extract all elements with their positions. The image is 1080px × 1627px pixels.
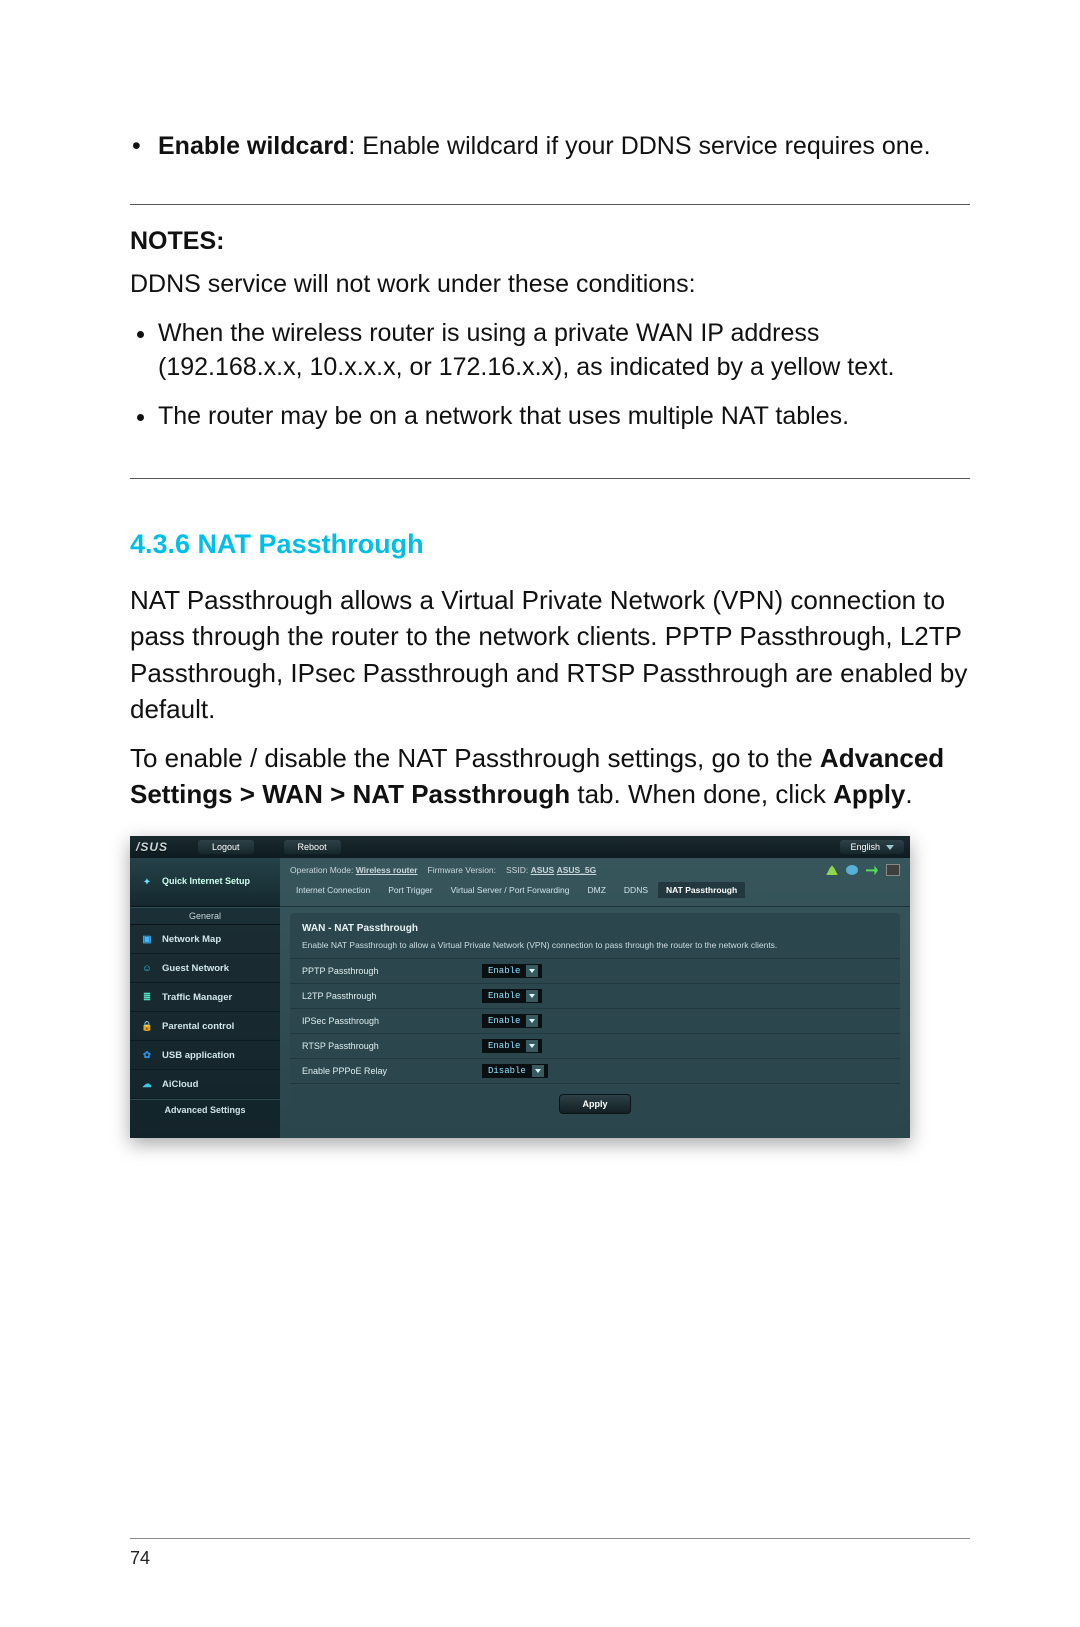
bullet-enable-wildcard: Enable wildcard: Enable wildcard if your… — [130, 130, 970, 164]
rtsp-select[interactable]: Enable — [482, 1039, 542, 1053]
info-row: Operation Mode: Wireless router Firmware… — [280, 858, 910, 882]
chevron-down-icon — [886, 845, 894, 850]
sidebar-section-advanced[interactable]: Advanced Settings — [130, 1099, 280, 1120]
tab-ddns[interactable]: DDNS — [616, 882, 656, 898]
main-panel: Operation Mode: Wireless router Firmware… — [280, 858, 910, 1138]
status-icons — [826, 864, 900, 876]
row-ipsec: IPSec Passthrough Enable — [290, 1009, 900, 1034]
row-pptp: PPTP Passthrough Enable — [290, 959, 900, 984]
sidebar: ✦ Quick Internet Setup General ▣ Network… — [130, 858, 280, 1138]
chevron-down-icon — [526, 965, 538, 977]
chevron-down-icon — [526, 1040, 538, 1052]
logout-button[interactable]: Logout — [198, 840, 254, 854]
router-screenshot: /SUS Logout Reboot English ✦ Quick Inter… — [130, 836, 910, 1138]
panel-title: WAN - NAT Passthrough — [290, 921, 900, 940]
footer-rule — [130, 1538, 970, 1539]
tab-internet-connection[interactable]: Internet Connection — [288, 882, 378, 898]
chevron-down-icon — [526, 990, 538, 1002]
internet-icon[interactable] — [846, 865, 858, 875]
tab-virtual-server[interactable]: Virtual Server / Port Forwarding — [443, 882, 578, 898]
document-page: Enable wildcard: Enable wildcard if your… — [0, 0, 1080, 1627]
puzzle-icon: ✿ — [140, 1048, 154, 1062]
chevron-down-icon — [526, 1015, 538, 1027]
section-heading: 4.3.6 NAT Passthrough — [130, 529, 970, 560]
usb-icon[interactable] — [866, 865, 878, 875]
bullet-rest: : Enable wildcard if your DDNS service r… — [348, 132, 930, 160]
sidebar-item-traffic-manager[interactable]: ≣ Traffic Manager — [130, 983, 280, 1012]
sidebar-section-general: General — [130, 907, 280, 925]
ssid-link[interactable]: ASUS — [531, 865, 555, 875]
quick-setup-button[interactable]: ✦ Quick Internet Setup — [130, 858, 280, 907]
pptp-select[interactable]: Enable — [482, 964, 542, 978]
row-l2tp: L2TP Passthrough Enable — [290, 984, 900, 1009]
storage-icon[interactable] — [886, 864, 900, 876]
row-rtsp: RTSP Passthrough Enable — [290, 1034, 900, 1059]
apply-button[interactable]: Apply — [559, 1094, 630, 1114]
ssid-link[interactable]: ASUS_5G — [557, 865, 597, 875]
notes-item: When the wireless router is using a priv… — [158, 317, 970, 385]
section-paragraph: NAT Passthrough allows a Virtual Private… — [130, 582, 970, 728]
language-select[interactable]: English — [840, 840, 904, 854]
sidebar-item-network-map[interactable]: ▣ Network Map — [130, 925, 280, 954]
pppoe-relay-select[interactable]: Disable — [482, 1064, 548, 1078]
client-icon[interactable] — [826, 865, 838, 875]
brand-logo: /SUS — [136, 840, 168, 854]
nat-passthrough-panel: WAN - NAT Passthrough Enable NAT Passthr… — [290, 913, 900, 1128]
tab-port-trigger[interactable]: Port Trigger — [380, 882, 440, 898]
l2tp-select[interactable]: Enable — [482, 989, 542, 1003]
section-paragraph: To enable / disable the NAT Passthrough … — [130, 740, 970, 813]
topbar: /SUS Logout Reboot English — [130, 836, 910, 858]
notes-title: NOTES: — [130, 227, 970, 256]
notes-box: NOTES: DDNS service will not work under … — [130, 204, 970, 479]
panel-description: Enable NAT Passthrough to allow a Virtua… — [290, 940, 900, 959]
cloud-icon: ☁ — [140, 1077, 154, 1091]
notes-intro: DDNS service will not work under these c… — [130, 270, 970, 299]
sidebar-item-parental-control[interactable]: 🔒 Parental control — [130, 1012, 280, 1041]
chart-icon: ≣ — [140, 990, 154, 1004]
people-icon: ☺ — [140, 961, 154, 975]
notes-list: When the wireless router is using a priv… — [130, 317, 970, 434]
sidebar-item-aicloud[interactable]: ☁ AiCloud — [130, 1070, 280, 1099]
sidebar-item-usb-application[interactable]: ✿ USB application — [130, 1041, 280, 1070]
op-mode-link[interactable]: Wireless router — [356, 865, 418, 875]
bullet-strong: Enable wildcard — [158, 132, 348, 160]
tab-nat-passthrough[interactable]: NAT Passthrough — [658, 882, 745, 898]
wan-tabs: Internet Connection Port Trigger Virtual… — [280, 882, 910, 907]
network-icon: ▣ — [140, 932, 154, 946]
reboot-button[interactable]: Reboot — [284, 840, 341, 854]
sidebar-item-guest-network[interactable]: ☺ Guest Network — [130, 954, 280, 983]
ipsec-select[interactable]: Enable — [482, 1014, 542, 1028]
row-pppoe-relay: Enable PPPoE Relay Disable — [290, 1059, 900, 1084]
lock-icon: 🔒 — [140, 1019, 154, 1033]
wand-icon: ✦ — [138, 873, 156, 891]
chevron-down-icon — [532, 1065, 544, 1077]
page-number: 74 — [130, 1548, 150, 1569]
notes-item: The router may be on a network that uses… — [158, 400, 970, 434]
tab-dmz[interactable]: DMZ — [580, 882, 614, 898]
